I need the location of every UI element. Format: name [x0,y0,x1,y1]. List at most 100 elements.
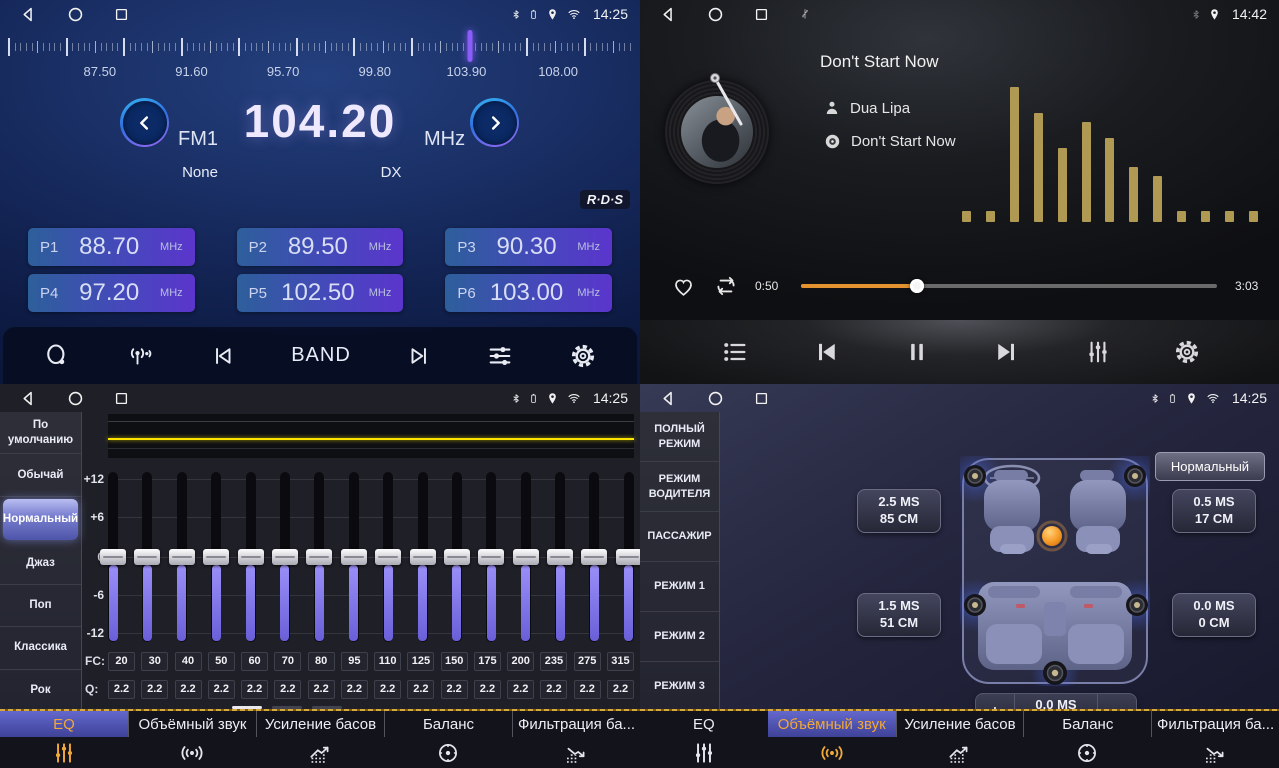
tab-eq-sliders[interactable]: EQ [640,711,768,768]
slider-knob[interactable] [169,549,195,565]
slider-knob[interactable] [581,549,607,565]
front-left-speaker[interactable] [964,465,986,487]
slider-knob[interactable] [410,549,436,565]
fc-value-0[interactable]: 20 [108,652,135,671]
eq-band-slider-13[interactable] [555,472,565,642]
back-icon[interactable] [20,6,37,23]
repeat-icon[interactable] [711,273,741,299]
next-station-icon[interactable] [406,343,432,369]
eq-preset-4[interactable]: Поп [0,585,81,627]
scan-icon[interactable] [43,342,71,370]
recents-icon[interactable] [754,391,769,406]
frequency-scale[interactable] [8,34,632,60]
q-value-15[interactable]: 2.2 [607,680,634,699]
slider-knob[interactable] [513,549,539,565]
slider-knob[interactable] [478,549,504,565]
slider-knob[interactable] [272,549,298,565]
recents-icon[interactable] [114,7,129,22]
seek-bar[interactable] [801,284,1217,288]
next-track-icon[interactable] [992,338,1022,366]
tab-eq-sliders[interactable]: EQ [0,711,128,768]
previous-track-icon[interactable] [811,338,841,366]
fc-value-9[interactable]: 125 [407,652,434,671]
delay-front-left[interactable]: 2.5 MS85 CM [857,489,941,533]
fc-value-14[interactable]: 275 [574,652,601,671]
q-value-7[interactable]: 2.2 [341,680,368,699]
home-icon[interactable] [707,6,724,23]
seek-thumb[interactable] [910,279,924,293]
q-value-14[interactable]: 2.2 [574,680,601,699]
mode-5[interactable]: РЕЖИМ 3 [640,662,719,711]
fc-value-1[interactable]: 30 [141,652,168,671]
mode-4[interactable]: РЕЖИМ 2 [640,612,719,662]
home-icon[interactable] [67,390,84,407]
delay-rear-right[interactable]: 0.0 MS0 CM [1172,593,1256,637]
eq-band-slider-14[interactable] [589,472,599,642]
broadcast-icon[interactable] [126,342,156,370]
q-value-4[interactable]: 2.2 [241,680,268,699]
eq-band-slider-5[interactable] [280,472,290,642]
slider-knob[interactable] [444,549,470,565]
q-value-8[interactable]: 2.2 [374,680,401,699]
eq-band-slider-15[interactable] [624,472,634,642]
band-button[interactable]: BAND [291,344,351,367]
preset-P1[interactable]: P188.70MHz [28,228,195,266]
audio-settings-icon[interactable] [486,342,514,370]
eq-preset-0[interactable]: По умолчанию [0,412,81,454]
q-value-10[interactable]: 2.2 [441,680,468,699]
tab-bass-boost[interactable]: Усиление басов [256,711,384,768]
subwoofer-speaker[interactable] [1043,661,1067,685]
slider-knob[interactable] [203,549,229,565]
fc-value-3[interactable]: 50 [208,652,235,671]
preset-P2[interactable]: P289.50MHz [237,228,404,266]
seek-up-button[interactable] [470,98,519,147]
fc-value-5[interactable]: 70 [274,652,301,671]
tab-balance[interactable]: Баланс [384,711,512,768]
recents-icon[interactable] [754,7,769,22]
tab-surround[interactable]: Объёмный звук [128,711,256,768]
listening-position-ball[interactable] [1042,526,1062,546]
rear-left-speaker[interactable] [964,594,986,616]
slider-knob[interactable] [375,549,401,565]
favorite-heart-icon[interactable] [670,274,697,299]
eq-band-slider-6[interactable] [314,472,324,642]
fc-value-15[interactable]: 315 [607,652,634,671]
q-value-12[interactable]: 2.2 [507,680,534,699]
tab-surround[interactable]: Объёмный звук [768,711,896,768]
fc-value-2[interactable]: 40 [175,652,202,671]
slider-knob[interactable] [547,549,573,565]
fc-value-8[interactable]: 110 [374,652,401,671]
fc-value-6[interactable]: 80 [308,652,335,671]
eq-preset-6[interactable]: Рок [0,670,81,711]
eq-band-slider-10[interactable] [452,472,462,642]
q-value-11[interactable]: 2.2 [474,680,501,699]
tab-bass-boost[interactable]: Усиление басов [896,711,1024,768]
eq-band-slider-2[interactable] [177,472,187,642]
eq-preset-3[interactable]: Джаз [0,542,81,584]
eq-band-slider-4[interactable] [246,472,256,642]
eq-band-slider-11[interactable] [486,472,496,642]
front-right-speaker[interactable] [1124,465,1146,487]
eq-band-slider-12[interactable] [521,472,531,642]
eq-preset-1[interactable]: Обычай [0,454,81,496]
settings-gear-icon[interactable] [1173,338,1201,366]
slider-knob[interactable] [616,549,640,565]
eq-band-slider-1[interactable] [142,472,152,642]
mode-0[interactable]: ПОЛНЫЙ РЕЖИМ [640,412,719,462]
q-value-1[interactable]: 2.2 [141,680,168,699]
q-value-13[interactable]: 2.2 [540,680,567,699]
tab-balance[interactable]: Баланс [1023,711,1151,768]
slider-knob[interactable] [306,549,332,565]
mode-1[interactable]: РЕЖИМ ВОДИТЕЛЯ [640,462,719,512]
eq-band-slider-0[interactable] [108,472,118,642]
back-icon[interactable] [660,6,677,23]
playlist-icon[interactable] [720,338,750,366]
tab-filter[interactable]: Фильтрация ба... [512,711,640,768]
q-value-3[interactable]: 2.2 [208,680,235,699]
q-value-6[interactable]: 2.2 [308,680,335,699]
back-icon[interactable] [20,390,37,407]
preset-P3[interactable]: P390.30MHz [445,228,612,266]
slider-knob[interactable] [134,549,160,565]
q-value-0[interactable]: 2.2 [108,680,135,699]
surround-preset-button[interactable]: Нормальный [1155,452,1265,481]
